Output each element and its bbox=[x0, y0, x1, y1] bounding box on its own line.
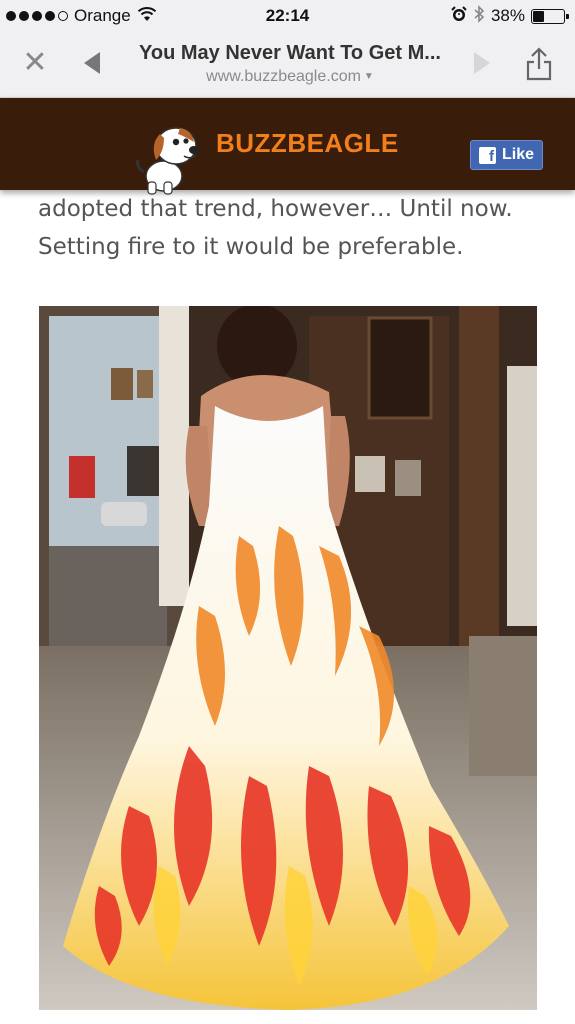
share-icon[interactable] bbox=[522, 46, 556, 82]
forward-arrow-icon[interactable] bbox=[474, 52, 490, 74]
url-display[interactable]: www.buzzbeagle.com ▼ bbox=[120, 68, 460, 86]
chevron-down-icon: ▼ bbox=[363, 71, 374, 83]
site-header: BUZZBEAGLE f Like bbox=[0, 98, 575, 195]
facebook-icon: f bbox=[478, 146, 496, 164]
battery-icon bbox=[531, 8, 569, 24]
clock-time: 22:14 bbox=[265, 6, 310, 25]
back-arrow-icon[interactable] bbox=[84, 52, 100, 74]
article-line: Setting fire to it would be preferable. bbox=[38, 234, 464, 260]
carrier-name: Orange bbox=[74, 6, 131, 25]
page-title: You May Never Want To Get M... bbox=[139, 42, 441, 64]
browser-nav-bar: ✕ You May Never Want To Get M... www.buz… bbox=[0, 32, 575, 98]
facebook-like-button[interactable]: f Like bbox=[470, 140, 543, 170]
article-body: adopted that trend, however… Until now. … bbox=[38, 190, 548, 266]
alarm-icon bbox=[451, 5, 467, 27]
wifi-icon bbox=[137, 6, 157, 27]
like-label: Like bbox=[501, 146, 534, 163]
article-line: adopted that trend, however… Until now. bbox=[38, 196, 513, 222]
url-text: www.buzzbeagle.com bbox=[206, 68, 361, 85]
site-logo-text[interactable]: BUZZBEAGLE bbox=[216, 128, 399, 159]
article-photo[interactable] bbox=[39, 306, 537, 1010]
beagle-logo-icon[interactable] bbox=[134, 122, 206, 196]
bluetooth-icon bbox=[473, 4, 485, 28]
status-bar: Orange 22:14 38% bbox=[0, 0, 575, 32]
close-icon[interactable]: ✕ bbox=[22, 48, 48, 78]
signal-strength-icon bbox=[6, 11, 68, 21]
battery-percent: 38% bbox=[490, 6, 525, 25]
